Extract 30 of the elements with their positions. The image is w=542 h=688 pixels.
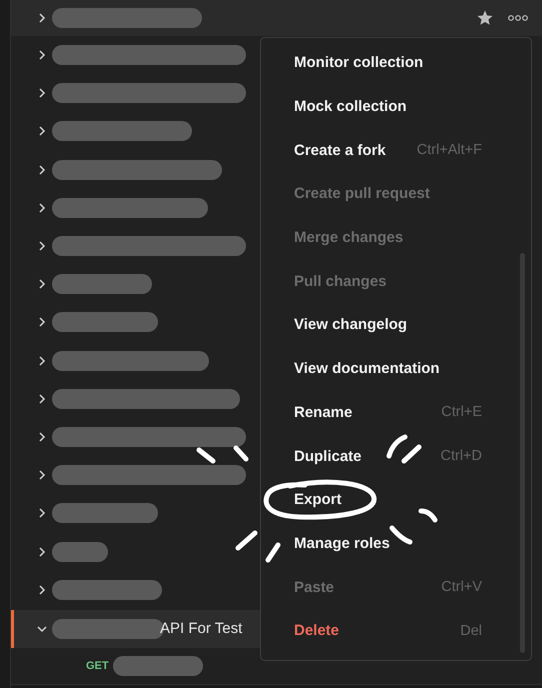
shortcut-hint: Ctrl+Alt+F — [416, 142, 482, 158]
hand-drawn-stroke — [236, 530, 258, 550]
star-icon[interactable] — [476, 9, 494, 27]
redaction-bar — [52, 542, 108, 562]
menu-item[interactable]: Create a fork Ctrl+Alt+F — [261, 128, 531, 172]
hand-drawn-stroke — [196, 448, 216, 464]
hand-drawn-stroke — [390, 526, 412, 544]
hand-drawn-stroke — [234, 446, 248, 462]
request-method: GET — [86, 660, 109, 672]
menu-item[interactable]: View documentation — [261, 346, 531, 390]
hand-drawn-stroke — [266, 542, 280, 562]
menu-item[interactable]: Delete Del — [261, 608, 531, 653]
shortcut-hint: Ctrl+E — [441, 404, 482, 420]
menu-item[interactable]: Mock collection — [261, 84, 531, 128]
hand-drawn-stroke — [402, 444, 422, 464]
shortcut-hint: Ctrl+V — [441, 579, 482, 596]
menu-item[interactable]: Monitor collection — [261, 41, 531, 85]
shortcut-hint: Ctrl+D — [440, 448, 482, 464]
shortcut-hint: Del — [460, 622, 482, 639]
menu-item[interactable]: Export — [261, 478, 531, 522]
hand-drawn-stroke — [386, 434, 408, 458]
collection-row[interactable]: API For Test — [11, 610, 260, 648]
menu-item[interactable]: View changelog — [261, 303, 531, 347]
hand-drawn-stroke — [418, 508, 438, 522]
more-options-icon[interactable] — [508, 14, 528, 22]
collection-name: API For Test — [160, 620, 242, 638]
menu-item[interactable]: Rename Ctrl+E — [261, 390, 531, 434]
scrollbar-thumb[interactable] — [520, 253, 525, 653]
menu-item[interactable]: Duplicate Ctrl+D — [261, 434, 531, 478]
menu-item[interactable]: Manage roles — [261, 522, 531, 566]
